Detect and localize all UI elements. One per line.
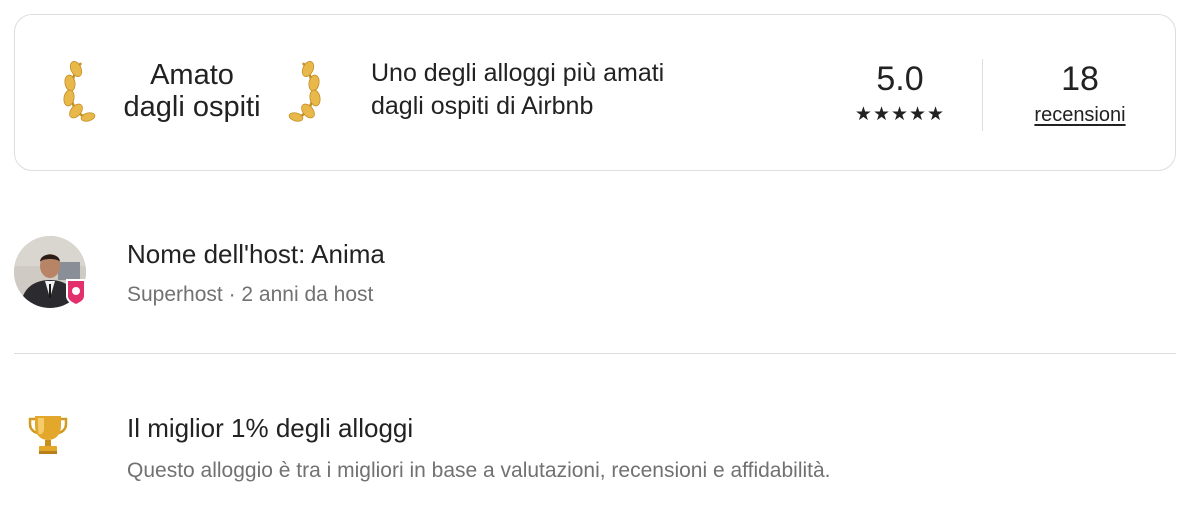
trophy-icon bbox=[28, 416, 68, 454]
highlight-top-listing: Il miglior 1% degli alloggi Questo allog… bbox=[14, 412, 1176, 492]
reviews-link[interactable]: recensioni bbox=[1034, 103, 1125, 127]
highlight-title: Il miglior 1% degli alloggi bbox=[127, 413, 414, 443]
guest-favorite-badge: Amato dagli ospiti bbox=[61, 59, 331, 127]
rating-summary: 5.0 ★★★★★ bbox=[835, 59, 965, 125]
reviews-count: 18 bbox=[1061, 60, 1099, 98]
reviews-summary: 18 recensioni bbox=[1015, 59, 1145, 127]
highlight-description: Questo alloggio è tra i migliori in base… bbox=[127, 459, 831, 482]
guest-favorite-description: Uno degli alloggi più amati dagli ospiti… bbox=[371, 57, 771, 123]
guest-favorite-label: Amato dagli ospiti bbox=[97, 59, 287, 127]
vertical-divider bbox=[982, 59, 983, 131]
host-meta: Superhost · 2 anni da host bbox=[127, 283, 374, 306]
badge-line-1: Amato bbox=[150, 59, 234, 91]
host-name: Nome dell'host: Anima bbox=[127, 239, 385, 269]
listing-host-section: Amato dagli ospiti Uno degli alloggi più… bbox=[0, 0, 1200, 516]
host-row[interactable]: Nome dell'host: Anima Superhost · 2 anni… bbox=[14, 236, 1176, 316]
description-line-2: dagli ospiti di Airbnb bbox=[371, 92, 594, 120]
laurel-right-icon bbox=[288, 61, 321, 122]
badge-line-2: dagli ospiti bbox=[123, 91, 261, 123]
star-rating-icons: ★★★★★ bbox=[854, 104, 946, 125]
section-divider bbox=[14, 353, 1176, 354]
laurel-left-icon bbox=[63, 61, 96, 122]
description-line-1: Uno degli alloggi più amati bbox=[371, 59, 665, 87]
guest-favorite-card: Amato dagli ospiti Uno degli alloggi più… bbox=[14, 14, 1176, 171]
host-avatar-container[interactable] bbox=[14, 236, 86, 308]
rating-value: 5.0 bbox=[876, 60, 924, 98]
superhost-badge-icon bbox=[66, 279, 86, 306]
